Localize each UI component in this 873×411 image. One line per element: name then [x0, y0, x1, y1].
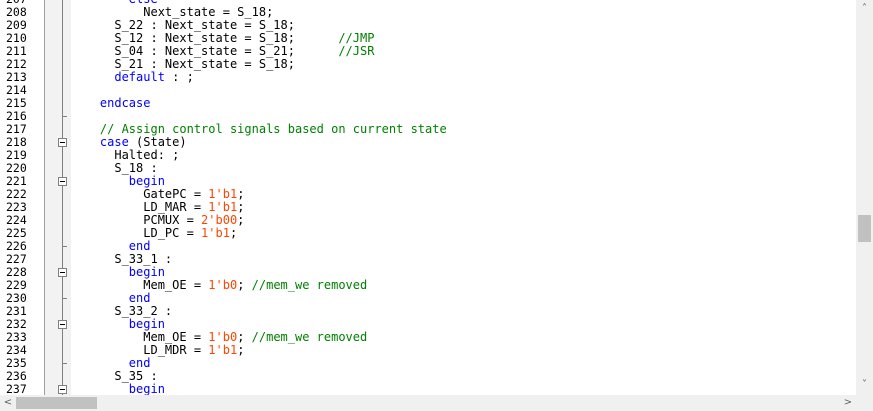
line-number: 237	[6, 382, 27, 396]
fold-collapse-icon[interactable]	[58, 177, 67, 186]
code-token: ;	[237, 343, 245, 357]
code-text[interactable]: begin	[71, 382, 165, 396]
code-token: case	[99, 135, 129, 149]
code-token: LD_MAR =	[71, 200, 209, 214]
scroll-up-arrow-icon[interactable]: ˄	[856, 2, 873, 16]
code-token: S_35 :	[71, 369, 158, 383]
code-token: //JSR	[338, 44, 375, 58]
scroll-down-arrow-icon[interactable]: ˅	[856, 378, 873, 392]
code-line[interactable]: 213 default : ;	[0, 71, 856, 84]
horizontal-scroll-thumb[interactable]	[16, 397, 97, 409]
code-token: ;	[237, 330, 252, 344]
code-token: end	[128, 291, 151, 305]
code-text[interactable]: endcase	[71, 96, 151, 110]
code-token: 1'b1	[208, 343, 238, 357]
code-token: LD_MDR =	[71, 343, 209, 357]
scrollbar-corner	[856, 395, 873, 411]
code-token: end	[128, 356, 151, 370]
fold-collapse-icon[interactable]	[58, 320, 67, 329]
code-token: begin	[128, 382, 165, 396]
code-token: 1'b1	[208, 200, 238, 214]
code-token: S_33_2 :	[71, 304, 173, 318]
code-token: default	[114, 70, 165, 84]
code-token: Mem_OE =	[71, 330, 209, 344]
code-token: //mem_we removed	[251, 278, 368, 292]
code-token: S_21 : Next_state = S_18;	[71, 57, 295, 71]
code-token: //JMP	[338, 31, 375, 45]
code-token: ;	[237, 187, 245, 201]
code-token: ;	[237, 278, 252, 292]
code-token: S_22 : Next_state = S_18;	[71, 18, 295, 32]
code-token: endcase	[99, 96, 151, 110]
code-token: 2'b00	[201, 213, 238, 227]
code-text[interactable]: default : ;	[71, 70, 194, 84]
fold-end-marker-icon	[62, 246, 67, 247]
fold-end-marker-icon	[62, 363, 67, 364]
vertical-scroll-thumb[interactable]	[858, 215, 871, 242]
code-token: S_18 :	[71, 161, 158, 175]
code-token: S_04 : Next_state = S_21;	[71, 44, 339, 58]
code-token: Next_state = S_18;	[71, 5, 274, 19]
vertical-scrollbar[interactable]: ˄ ˅	[856, 0, 873, 395]
fold-collapse-icon[interactable]	[58, 268, 67, 277]
code-token: ;	[237, 213, 245, 227]
code-token: (State)	[128, 135, 187, 149]
code-line[interactable]: 215 endcase	[0, 97, 856, 110]
code-token: 1'b0	[208, 278, 238, 292]
fold-collapse-icon[interactable]	[58, 385, 67, 394]
scroll-left-arrow-icon[interactable]: <	[2, 396, 14, 410]
code-token: //mem_we removed	[251, 330, 368, 344]
code-token: 1'b1	[201, 226, 230, 240]
code-token: ;	[229, 226, 238, 240]
code-token: LD_PC =	[71, 226, 202, 240]
code-token: // Assign control signals based on curre…	[99, 122, 447, 136]
code-token: 1'b1	[208, 187, 238, 201]
code-token: : ;	[164, 70, 194, 84]
scroll-right-arrow-icon[interactable]: >	[842, 396, 854, 410]
code-token: end	[128, 239, 151, 253]
code-token: Mem_OE =	[71, 278, 209, 292]
fold-collapse-icon[interactable]	[58, 138, 67, 147]
code-line[interactable]: 237 begin	[0, 382, 856, 396]
code-token: begin	[128, 174, 165, 188]
fold-end-marker-icon	[62, 298, 67, 299]
code-token: S_12 : Next_state = S_18;	[71, 31, 339, 45]
horizontal-scrollbar[interactable]: < >	[0, 395, 873, 411]
fold-end-marker-icon	[62, 116, 67, 117]
code-token: S_33_1 :	[71, 252, 173, 266]
code-token: begin	[128, 265, 165, 279]
code-token: ;	[237, 200, 245, 214]
code-token: 1'b0	[208, 330, 238, 344]
code-token: Halted: ;	[71, 148, 180, 162]
code-token: begin	[128, 317, 165, 331]
code-editor[interactable]: 207 else208 Next_state = S_18;209 S_22 :…	[0, 0, 856, 395]
code-token: PCMUX =	[71, 213, 202, 227]
code-token: GatePC =	[71, 187, 209, 201]
